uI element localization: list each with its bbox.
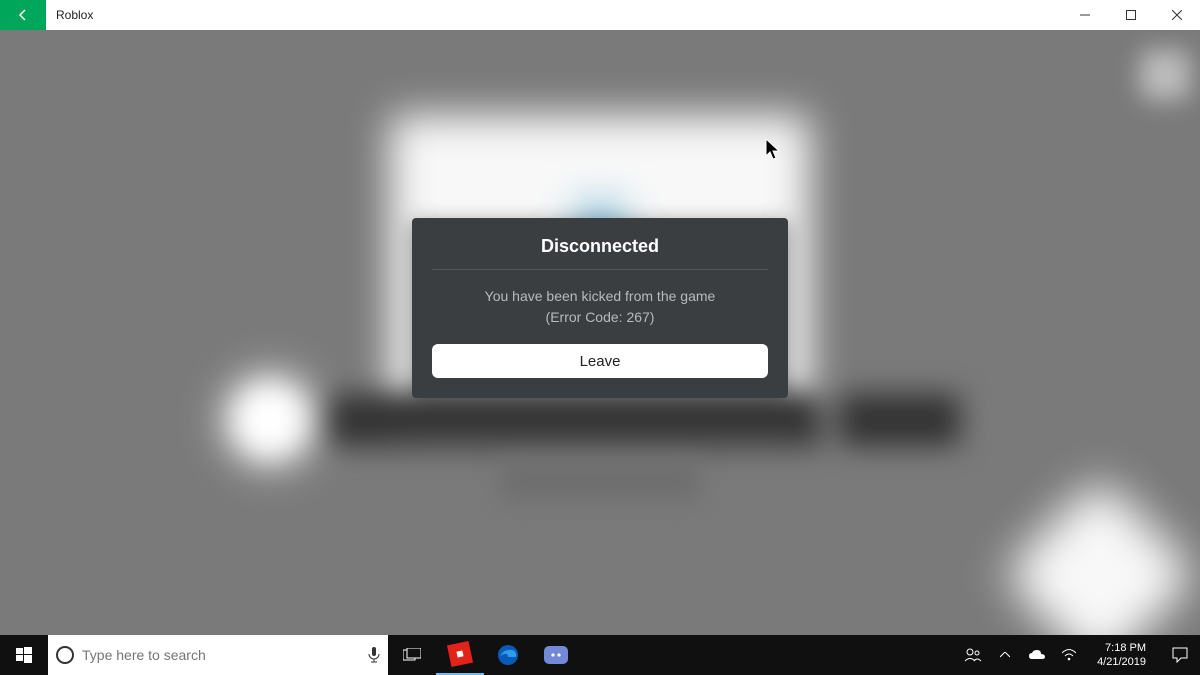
taskbar-app-edge[interactable] — [484, 635, 532, 675]
dialog-message-line2: (Error Code: 267) — [432, 307, 768, 328]
taskbar-app-roblox[interactable] — [436, 635, 484, 675]
blurred-tag — [840, 394, 960, 446]
back-button[interactable] — [0, 0, 46, 30]
windows-logo-icon — [16, 647, 32, 663]
discord-icon — [544, 646, 568, 664]
blurred-glow-top-right — [1140, 50, 1190, 100]
cortana-icon — [56, 646, 74, 664]
onedrive-icon[interactable] — [1027, 650, 1047, 660]
action-center-button[interactable] — [1160, 635, 1200, 675]
minimize-button[interactable] — [1062, 0, 1108, 30]
microphone-icon[interactable] — [368, 647, 380, 663]
window-title: Roblox — [46, 8, 93, 22]
roblox-icon — [447, 641, 473, 667]
dialog-message: You have been kicked from the game (Erro… — [432, 286, 768, 328]
blurred-glow-bottom-right — [1001, 476, 1199, 635]
start-button[interactable] — [0, 635, 48, 675]
close-button[interactable] — [1154, 0, 1200, 30]
blurred-subtitle — [500, 460, 700, 500]
leave-button[interactable]: Leave — [432, 344, 768, 378]
tray-chevron-up-icon[interactable] — [995, 652, 1015, 658]
blurred-avatar — [230, 380, 310, 460]
minimize-icon — [1080, 10, 1090, 20]
system-tray: 7:18 PM 4/21/2019 — [955, 641, 1160, 670]
dialog-title: Disconnected — [432, 236, 768, 269]
window-titlebar: Roblox — [0, 0, 1200, 30]
task-view-icon — [403, 648, 421, 662]
maximize-icon — [1126, 10, 1136, 20]
search-box[interactable] — [48, 635, 388, 675]
arrow-left-icon — [16, 8, 30, 22]
notification-icon — [1172, 647, 1188, 663]
dialog-message-line1: You have been kicked from the game — [432, 286, 768, 307]
disconnected-dialog: Disconnected You have been kicked from t… — [412, 218, 788, 398]
edge-icon — [497, 644, 519, 666]
game-viewport: Disconnected You have been kicked from t… — [0, 30, 1200, 635]
taskbar-app-discord[interactable] — [532, 635, 580, 675]
clock-time: 7:18 PM — [1097, 641, 1146, 655]
task-view-button[interactable] — [388, 635, 436, 675]
taskbar-clock[interactable]: 7:18 PM 4/21/2019 — [1091, 641, 1152, 670]
taskbar: 7:18 PM 4/21/2019 — [0, 635, 1200, 675]
network-icon[interactable] — [1059, 649, 1079, 661]
people-icon[interactable] — [963, 648, 983, 662]
blurred-title-text — [328, 394, 822, 446]
close-icon — [1172, 10, 1182, 20]
window-controls — [1062, 0, 1200, 30]
search-input[interactable] — [82, 647, 360, 663]
maximize-button[interactable] — [1108, 0, 1154, 30]
clock-date: 4/21/2019 — [1097, 655, 1146, 669]
dialog-divider — [432, 269, 768, 270]
